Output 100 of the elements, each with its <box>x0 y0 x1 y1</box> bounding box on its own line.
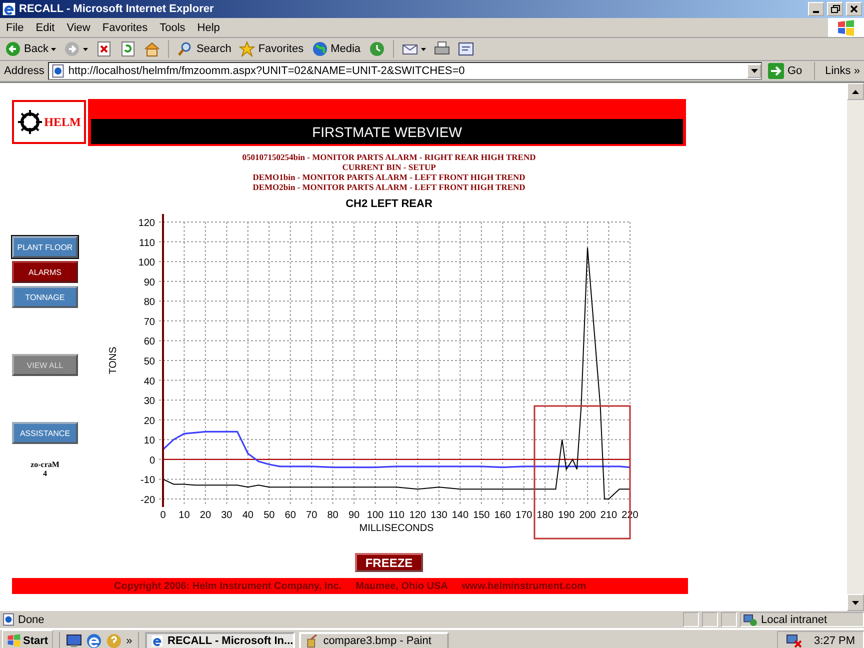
tick-label: 180 <box>536 510 554 521</box>
freeze-button[interactable]: FREEZE <box>355 553 423 572</box>
caret-icon <box>420 48 426 50</box>
stop-icon <box>96 41 112 57</box>
taskbar-button[interactable]: compare3.bmp - Paint <box>299 632 450 648</box>
nav-button[interactable]: ASSISTANCE <box>12 422 78 444</box>
globe-icon <box>312 41 328 57</box>
tick-label: 90 <box>348 510 360 521</box>
dropdown-button[interactable] <box>747 64 762 78</box>
links-button[interactable]: Links » <box>821 65 864 77</box>
tick-label: 170 <box>516 510 532 521</box>
tick-label: 60 <box>284 510 296 521</box>
tick-label: 100 <box>138 258 155 269</box>
tick-label: 70 <box>144 316 155 328</box>
minimize-button[interactable] <box>808 2 824 16</box>
tick-label: -10 <box>140 475 155 486</box>
chart-title: CH2 LEFT REAR <box>346 198 432 210</box>
desktop-icon[interactable] <box>66 632 82 648</box>
menu-item[interactable]: Tools <box>154 20 192 36</box>
taskbar-button[interactable]: RECALL - Microsoft In... <box>145 632 296 648</box>
network-icon <box>786 634 802 648</box>
tick-label: 200 <box>579 510 596 521</box>
tick-label: 10 <box>144 436 155 447</box>
start-button[interactable]: Start <box>2 630 54 648</box>
tick-label: 0 <box>149 455 155 466</box>
tick-label: 20 <box>144 416 155 427</box>
printer-icon <box>434 41 450 57</box>
intranet-icon <box>743 614 757 626</box>
windows-logo-icon <box>7 634 21 647</box>
address-label: Address <box>4 65 44 77</box>
tick-label: 0 <box>160 510 166 521</box>
window-title: RECALL - Microsoft Internet Explorer <box>19 3 215 15</box>
tick-label: 150 <box>473 510 490 521</box>
nav-button[interactable]: PLANT FLOOR <box>12 236 78 258</box>
nav-button[interactable]: TONNAGE <box>12 286 78 308</box>
restore-icon <box>830 5 840 13</box>
tick-label: 160 <box>494 510 511 521</box>
home-icon <box>144 41 160 57</box>
axis-title: TONS <box>108 346 119 374</box>
zone-text: Local intranet <box>761 614 828 626</box>
menu-item[interactable]: File <box>0 20 30 36</box>
more-button[interactable]: » <box>126 634 132 646</box>
tick-label: 140 <box>452 510 469 521</box>
tick-label: 80 <box>327 510 338 521</box>
paint-icon <box>305 634 320 648</box>
tick-label: -20 <box>140 495 155 506</box>
menu-item[interactable]: Edit <box>30 20 61 36</box>
tick-label: 50 <box>144 356 155 368</box>
caret-icon <box>750 69 758 73</box>
edit-icon <box>458 41 474 57</box>
browser-icon[interactable] <box>86 632 102 648</box>
clock: 3:27 PM <box>814 634 855 646</box>
tick-label: 100 <box>366 510 384 521</box>
close-icon <box>850 5 858 13</box>
tick-label: 60 <box>144 336 155 348</box>
nav-button[interactable]: ALARMS <box>12 261 78 283</box>
browser-icon <box>2 2 16 16</box>
scroll-up-icon <box>852 90 859 94</box>
note-text: zo-craM <box>30 460 60 469</box>
tick-label: 190 <box>558 510 575 521</box>
media-button[interactable]: Media <box>310 40 363 58</box>
menu-item[interactable]: Help <box>191 20 226 36</box>
tick-label: 120 <box>138 218 155 229</box>
windows-logo-icon <box>828 18 864 37</box>
tick-label: 110 <box>139 238 155 249</box>
footer-text: Maumee, Ohio USA <box>356 580 448 592</box>
favorites-button[interactable]: Favorites <box>237 40 306 58</box>
address-field[interactable]: http://localhost/helmfm/fmzoomm.aspx?UNIT=02&NAME=UNIT-2&SWITCHES=0 <box>48 62 762 80</box>
restore-button[interactable] <box>827 2 843 16</box>
edit-button[interactable] <box>456 40 476 58</box>
footer-text: www.helminstrument.com <box>462 580 586 592</box>
axis-title: MILLISECONDS <box>359 523 434 534</box>
browser-icon <box>151 634 164 648</box>
search-icon <box>177 41 194 57</box>
tick-label: 30 <box>221 510 232 521</box>
back-button[interactable]: Back <box>3 40 58 58</box>
tick-label: 10 <box>178 510 190 521</box>
caret-icon <box>83 48 88 50</box>
tick-label: 80 <box>144 297 155 308</box>
go-button[interactable]: Go <box>766 63 808 79</box>
close-button[interactable] <box>846 2 862 16</box>
caret-icon <box>51 48 56 50</box>
page-icon <box>2 613 15 626</box>
refresh-icon <box>120 41 136 57</box>
tick-label: 110 <box>388 510 404 521</box>
footer-text: Copyright 2006: Helm Instrument Company, Inc. <box>114 580 342 592</box>
tick-label: 50 <box>264 510 275 521</box>
alarm-message: 050107150254bin - MONITOR PARTS ALARM - RIGHT REAR HIGH TREND <box>242 152 536 162</box>
scroll-down-icon <box>852 600 859 604</box>
go-arrow-icon <box>768 63 784 79</box>
alarm-message: CURRENT BIN - SETUP <box>342 162 436 172</box>
alarm-message: DEMO1bin - MONITOR PARTS ALARM - LEFT FRONT HIGH TREND <box>252 172 526 182</box>
history-icon <box>368 41 385 57</box>
menu-item[interactable]: View <box>60 20 96 36</box>
search-button[interactable]: Search <box>175 40 234 58</box>
page-icon <box>51 64 66 78</box>
scrollbar[interactable] <box>847 83 864 611</box>
tick-label: 30 <box>144 396 155 408</box>
menu-item[interactable]: Favorites <box>96 20 154 36</box>
tick-label: 90 <box>144 277 155 288</box>
